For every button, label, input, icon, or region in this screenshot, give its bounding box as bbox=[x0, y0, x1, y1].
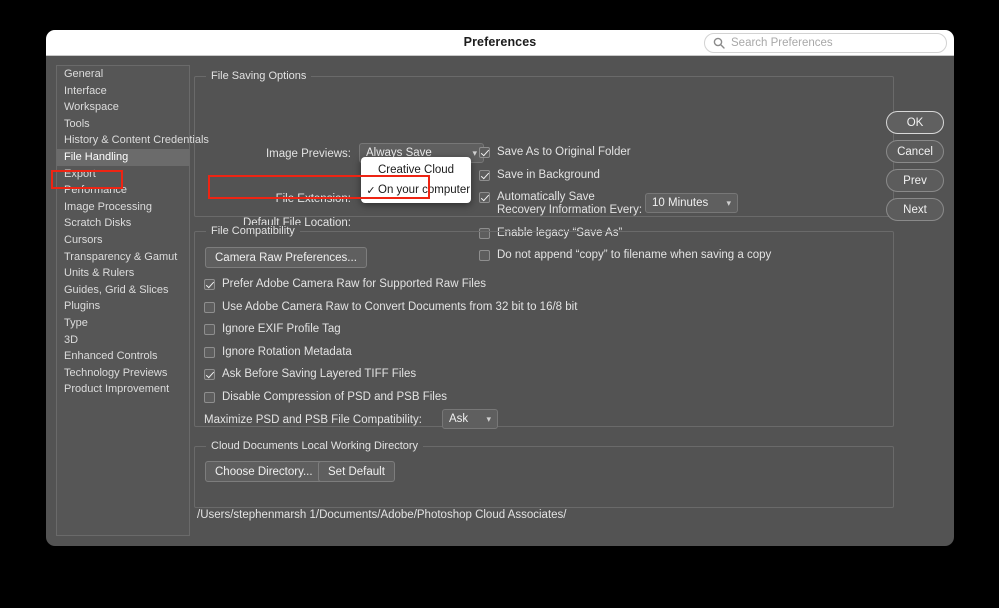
sidebar-item-export[interactable]: Export bbox=[57, 166, 189, 183]
next-button[interactable]: Next bbox=[886, 198, 944, 221]
popup-item-creative-cloud-label: Creative Cloud bbox=[378, 164, 454, 176]
file-saving-options-label: File Saving Options bbox=[206, 70, 311, 82]
sidebar-item-scratch-disks[interactable]: Scratch Disks bbox=[57, 215, 189, 232]
dialog-body: General Interface Workspace Tools Histor… bbox=[46, 56, 954, 546]
save-as-original-folder-label: Save As to Original Folder bbox=[497, 146, 631, 159]
set-default-button[interactable]: Set Default bbox=[318, 461, 395, 482]
chevron-down-icon: ▾ bbox=[476, 415, 491, 424]
sidebar-item-3d[interactable]: 3D bbox=[57, 332, 189, 349]
disable-compression-label: Disable Compression of PSD and PSB Files bbox=[222, 391, 447, 404]
save-in-background-label: Save in Background bbox=[497, 169, 600, 182]
ask-layered-tiff-checkbox[interactable]: Ask Before Saving Layered TIFF Files bbox=[204, 368, 416, 381]
file-compatibility-label: File Compatibility bbox=[206, 225, 300, 237]
popup-item-on-your-computer[interactable]: ✓ On your computer bbox=[361, 180, 471, 200]
ignore-rotation-checkbox[interactable]: Ignore Rotation Metadata bbox=[204, 346, 352, 359]
ignore-exif-checkbox-box[interactable] bbox=[204, 324, 215, 335]
prefer-camera-raw-checkbox-box[interactable] bbox=[204, 279, 215, 290]
sidebar-item-enhanced-controls[interactable]: Enhanced Controls bbox=[57, 348, 189, 365]
sidebar-item-image-processing[interactable]: Image Processing bbox=[57, 199, 189, 216]
save-as-original-folder-checkbox[interactable]: Save As to Original Folder bbox=[479, 146, 631, 159]
auto-save-recovery-label: Automatically Save Recovery Information … bbox=[497, 191, 644, 217]
cloud-working-directory-path: /Users/stephenmarsh 1/Documents/Adobe/Ph… bbox=[197, 509, 566, 521]
preferences-dialog: Preferences Search Preferences General I… bbox=[46, 30, 954, 546]
ignore-exif-checkbox[interactable]: Ignore EXIF Profile Tag bbox=[204, 323, 341, 336]
search-preferences-field[interactable]: Search Preferences bbox=[704, 33, 947, 53]
ignore-rotation-checkbox-box[interactable] bbox=[204, 347, 215, 358]
search-input-placeholder: Search Preferences bbox=[731, 37, 833, 49]
sidebar-item-product-improvement[interactable]: Product Improvement bbox=[57, 381, 189, 398]
sidebar-item-file-handling[interactable]: File Handling bbox=[57, 149, 189, 166]
convert-32bit-checkbox-box[interactable] bbox=[204, 302, 215, 313]
popup-item-on-your-computer-label: On your computer bbox=[378, 184, 470, 196]
convert-32bit-checkbox[interactable]: Use Adobe Camera Raw to Convert Document… bbox=[204, 301, 577, 314]
maximize-compatibility-label: Maximize PSD and PSB File Compatibility: bbox=[204, 414, 422, 426]
sidebar-item-tools[interactable]: Tools bbox=[57, 116, 189, 133]
auto-save-interval-select[interactable]: 10 Minutes ▾ bbox=[645, 193, 738, 213]
dialog-titlebar: Preferences Search Preferences bbox=[46, 30, 954, 56]
auto-save-recovery-checkbox[interactable]: Automatically Save Recovery Information … bbox=[479, 191, 644, 217]
category-sidebar[interactable]: General Interface Workspace Tools Histor… bbox=[56, 65, 190, 536]
convert-32bit-label: Use Adobe Camera Raw to Convert Document… bbox=[222, 301, 577, 314]
sidebar-item-general[interactable]: General bbox=[57, 66, 189, 83]
ask-layered-tiff-checkbox-box[interactable] bbox=[204, 369, 215, 380]
cancel-button[interactable]: Cancel bbox=[886, 140, 944, 163]
popup-item-creative-cloud[interactable]: Creative Cloud bbox=[361, 160, 471, 180]
save-in-background-checkbox[interactable]: Save in Background bbox=[479, 169, 600, 182]
default-file-location-popup-menu[interactable]: Creative Cloud ✓ On your computer bbox=[361, 157, 471, 203]
sidebar-item-guides-grid-slices[interactable]: Guides, Grid & Slices bbox=[57, 282, 189, 299]
disable-compression-checkbox[interactable]: Disable Compression of PSD and PSB Files bbox=[204, 391, 447, 404]
prefer-camera-raw-checkbox[interactable]: Prefer Adobe Camera Raw for Supported Ra… bbox=[204, 278, 486, 291]
disable-compression-checkbox-box[interactable] bbox=[204, 392, 215, 403]
auto-save-recovery-checkbox-box[interactable] bbox=[479, 192, 490, 203]
chevron-down-icon: ▾ bbox=[716, 199, 731, 208]
sidebar-item-plugins[interactable]: Plugins bbox=[57, 298, 189, 315]
search-icon bbox=[713, 37, 725, 49]
prev-button[interactable]: Prev bbox=[886, 169, 944, 192]
sidebar-item-transparency-gamut[interactable]: Transparency & Gamut bbox=[57, 249, 189, 266]
save-as-original-folder-checkbox-box[interactable] bbox=[479, 147, 490, 158]
dialog-button-column: OK Cancel Prev Next bbox=[886, 111, 944, 227]
sidebar-item-workspace[interactable]: Workspace bbox=[57, 99, 189, 116]
ignore-exif-label: Ignore EXIF Profile Tag bbox=[222, 323, 341, 336]
ask-layered-tiff-label: Ask Before Saving Layered TIFF Files bbox=[222, 368, 416, 381]
maximize-compatibility-select[interactable]: Ask ▾ bbox=[442, 409, 498, 429]
sidebar-item-type[interactable]: Type bbox=[57, 315, 189, 332]
sidebar-item-cursors[interactable]: Cursors bbox=[57, 232, 189, 249]
prefer-camera-raw-label: Prefer Adobe Camera Raw for Supported Ra… bbox=[222, 278, 486, 291]
sidebar-item-interface[interactable]: Interface bbox=[57, 83, 189, 100]
sidebar-item-performance[interactable]: Performance bbox=[57, 182, 189, 199]
cloud-documents-label: Cloud Documents Local Working Directory bbox=[206, 440, 423, 452]
file-extension-label: File Extension: bbox=[222, 193, 351, 205]
checkmark-icon: ✓ bbox=[365, 184, 377, 197]
ignore-rotation-label: Ignore Rotation Metadata bbox=[222, 346, 352, 359]
save-in-background-checkbox-box[interactable] bbox=[479, 170, 490, 181]
sidebar-item-history-content-credentials[interactable]: History & Content Credentials bbox=[57, 132, 189, 149]
preferences-main-panel: File Saving Options Image Previews: Alwa… bbox=[194, 65, 944, 536]
sidebar-item-units-rulers[interactable]: Units & Rulers bbox=[57, 265, 189, 282]
sidebar-item-technology-previews[interactable]: Technology Previews bbox=[57, 365, 189, 382]
camera-raw-preferences-button[interactable]: Camera Raw Preferences... bbox=[205, 247, 367, 268]
ok-button[interactable]: OK bbox=[886, 111, 944, 134]
image-previews-label: Image Previews: bbox=[222, 148, 351, 160]
choose-directory-button[interactable]: Choose Directory... bbox=[205, 461, 323, 482]
maximize-compatibility-value: Ask bbox=[449, 413, 468, 425]
auto-save-interval-value: 10 Minutes bbox=[652, 197, 708, 209]
